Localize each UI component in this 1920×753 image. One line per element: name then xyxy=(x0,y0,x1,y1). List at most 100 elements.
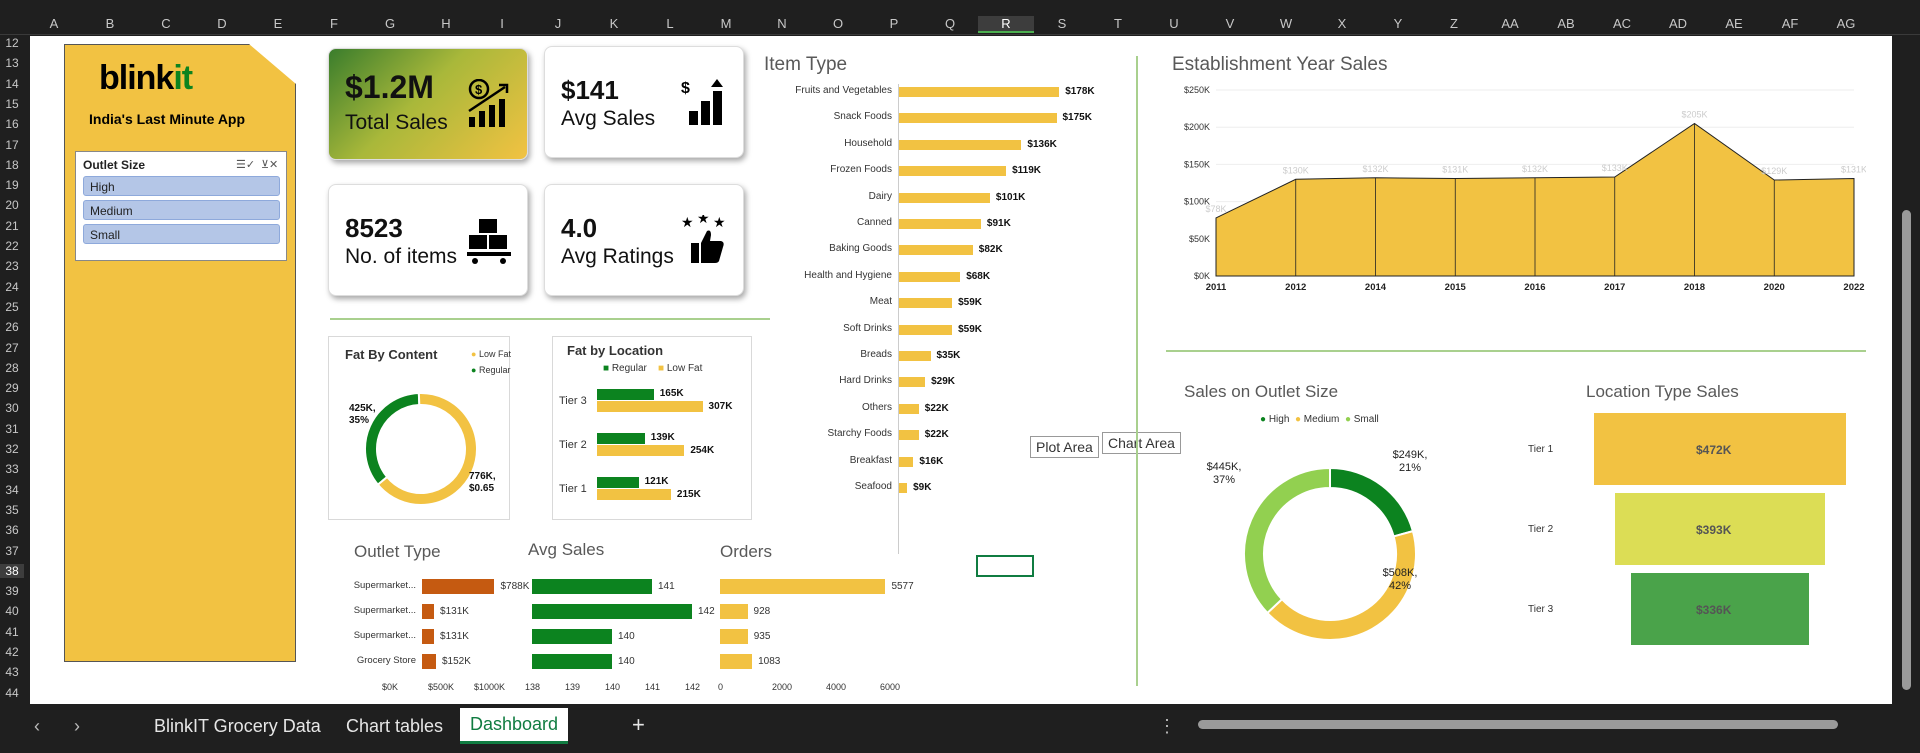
row-header[interactable]: 13 xyxy=(0,56,24,70)
outlet-size-donut[interactable]: $249K, 21%$508K, 42%$445K, 37% xyxy=(1200,424,1460,674)
column-header[interactable]: C xyxy=(138,16,194,31)
column-header[interactable]: A xyxy=(26,16,82,31)
row-header[interactable]: 12 xyxy=(0,36,24,50)
column-header[interactable]: T xyxy=(1090,16,1146,31)
column-header[interactable]: G xyxy=(362,16,418,31)
row-header[interactable]: 32 xyxy=(0,442,24,456)
bar-regular xyxy=(597,433,645,444)
row-header[interactable]: 19 xyxy=(0,178,24,192)
tab-dashboard[interactable]: Dashboard xyxy=(460,708,569,744)
row-header[interactable]: 27 xyxy=(0,341,24,355)
row-header[interactable]: 38 xyxy=(0,563,24,578)
axis-tick: $0K xyxy=(382,682,399,692)
row-header[interactable]: 31 xyxy=(0,422,24,436)
vertical-scroll-thumb[interactable] xyxy=(1902,210,1911,690)
column-header[interactable]: AF xyxy=(1762,16,1818,31)
status-bar xyxy=(0,744,1920,753)
next-sheet-icon[interactable]: › xyxy=(62,712,92,741)
column-header[interactable]: AD xyxy=(1650,16,1706,31)
data-label: $22K xyxy=(924,429,949,441)
add-sheet-icon[interactable]: + xyxy=(620,708,657,742)
legend-regular: ■ Regular xyxy=(603,363,647,374)
column-header[interactable]: Q xyxy=(922,16,978,31)
row-header[interactable]: 20 xyxy=(0,198,24,212)
column-header[interactable]: Z xyxy=(1426,16,1482,31)
category-label: Meat xyxy=(869,296,892,308)
row-header[interactable]: 23 xyxy=(0,259,24,273)
column-header[interactable]: AG xyxy=(1818,16,1874,31)
row-header[interactable]: 21 xyxy=(0,219,24,233)
bar-low-fat xyxy=(597,401,703,412)
outlet-type-bar xyxy=(422,579,495,594)
column-header[interactable]: N xyxy=(754,16,810,31)
clear-filter-icon[interactable]: ⊻✕ xyxy=(261,158,278,171)
row-header[interactable]: 15 xyxy=(0,97,24,111)
donut-slice xyxy=(1329,466,1415,538)
row-header[interactable]: 40 xyxy=(0,604,24,618)
row-header[interactable]: 17 xyxy=(0,138,24,152)
row-header[interactable]: 29 xyxy=(0,381,24,395)
tab-blinkit-grocery-data[interactable]: BlinkIT Grocery Data xyxy=(142,712,333,741)
column-header[interactable]: S xyxy=(1034,16,1090,31)
multi-select-icon[interactable]: ☰✓ xyxy=(236,158,255,171)
item-type-title: Item Type xyxy=(764,54,848,75)
outlet-size-slicer[interactable]: Outlet Size ☰✓ ⊻✕ High Medium Small xyxy=(75,151,287,261)
column-header[interactable]: J xyxy=(530,16,586,31)
data-label: $129K xyxy=(1761,166,1787,176)
column-header[interactable]: O xyxy=(810,16,866,31)
column-header[interactable]: AA xyxy=(1482,16,1538,31)
slicer-item-medium[interactable]: Medium xyxy=(83,200,280,220)
row-header[interactable]: 30 xyxy=(0,401,24,415)
row-header[interactable]: 34 xyxy=(0,483,24,497)
kpi-no-of-items[interactable]: 8523 No. of items xyxy=(328,184,528,296)
more-options-icon[interactable]: ⋮ xyxy=(1146,712,1188,741)
column-header[interactable]: K xyxy=(586,16,642,31)
column-header[interactable]: L xyxy=(642,16,698,31)
row-header[interactable]: 25 xyxy=(0,300,24,314)
row-header[interactable]: 14 xyxy=(0,77,24,91)
column-header[interactable]: I xyxy=(474,16,530,31)
column-header[interactable]: P xyxy=(866,16,922,31)
kpi-avg-sales[interactable]: $141 Avg Sales $ xyxy=(544,46,744,158)
row-header[interactable]: 16 xyxy=(0,117,24,131)
column-header[interactable]: V xyxy=(1202,16,1258,31)
kpi-total-sales[interactable]: $1.2M Total Sales $ xyxy=(328,48,528,160)
row-header[interactable]: 24 xyxy=(0,280,24,294)
row-header[interactable]: 22 xyxy=(0,239,24,253)
slicer-item-small[interactable]: Small xyxy=(83,224,280,244)
column-header[interactable]: B xyxy=(82,16,138,31)
row-header[interactable]: 42 xyxy=(0,645,24,659)
horizontal-scroll-thumb[interactable] xyxy=(1198,720,1838,729)
row-header[interactable]: 41 xyxy=(0,625,24,639)
column-header[interactable]: H xyxy=(418,16,474,31)
column-header[interactable]: AC xyxy=(1594,16,1650,31)
column-header[interactable]: U xyxy=(1146,16,1202,31)
tab-chart-tables[interactable]: Chart tables xyxy=(334,712,455,741)
row-header[interactable]: 36 xyxy=(0,523,24,537)
row-header[interactable]: 44 xyxy=(0,686,24,700)
column-header[interactable]: AB xyxy=(1538,16,1594,31)
row-header[interactable]: 28 xyxy=(0,361,24,375)
slicer-item-high[interactable]: High xyxy=(83,176,280,196)
establishment-year-chart[interactable]: $250K$200K$150K$100K$50K$0K$78K2011$130K… xyxy=(1166,80,1866,300)
row-header[interactable]: 26 xyxy=(0,320,24,334)
kpi-avg-ratings[interactable]: 4.0 Avg Ratings ★ ★ ★ xyxy=(544,184,744,296)
row-header[interactable]: 18 xyxy=(0,158,24,172)
column-header[interactable]: M xyxy=(698,16,754,31)
column-header[interactable]: Y xyxy=(1370,16,1426,31)
active-cell-r38[interactable] xyxy=(976,555,1034,577)
row-header[interactable]: 43 xyxy=(0,665,24,679)
column-header[interactable]: X xyxy=(1314,16,1370,31)
column-header[interactable]: AE xyxy=(1706,16,1762,31)
column-header[interactable]: D xyxy=(194,16,250,31)
row-header[interactable]: 37 xyxy=(0,544,24,558)
column-header[interactable]: E xyxy=(250,16,306,31)
row-header[interactable]: 39 xyxy=(0,584,24,598)
row-header[interactable]: 35 xyxy=(0,503,24,517)
column-header[interactable]: R xyxy=(978,16,1034,33)
fat-by-content-chart[interactable]: Fat By Content ● Low Fat ● Regular 425K,… xyxy=(328,336,511,520)
column-header[interactable]: W xyxy=(1258,16,1314,31)
prev-sheet-icon[interactable]: ‹ xyxy=(22,712,52,741)
row-header[interactable]: 33 xyxy=(0,462,24,476)
column-header[interactable]: F xyxy=(306,16,362,31)
